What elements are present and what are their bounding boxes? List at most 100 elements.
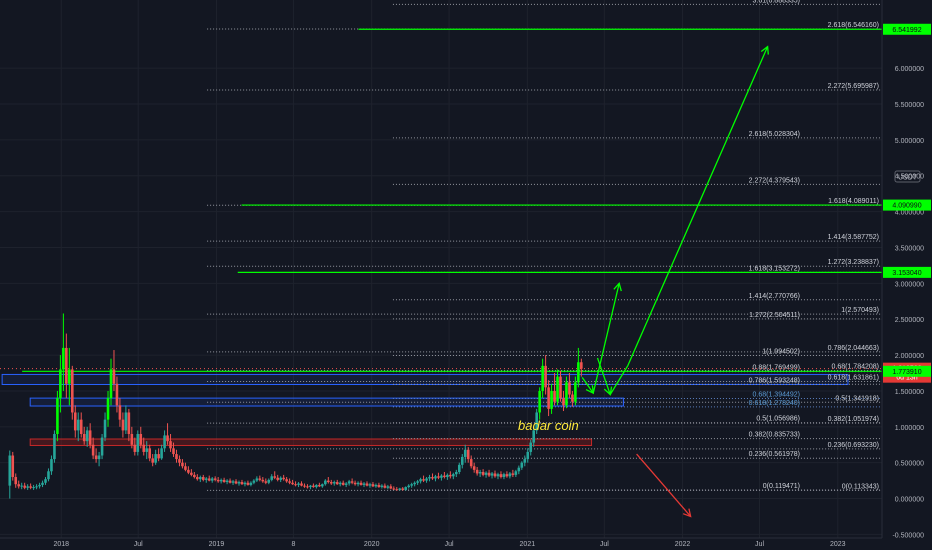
candle-body <box>544 365 547 388</box>
candle-body <box>178 459 181 463</box>
candle-body <box>213 478 217 480</box>
price-chart[interactable]: 3.61(6.888335) 2.618(6.546160) 2.272(5.695… <box>0 0 932 550</box>
candle-body <box>240 482 244 485</box>
candle-body <box>246 482 250 485</box>
candle-body <box>121 419 125 431</box>
fib-level-label: 0(0.119471) <box>763 483 800 490</box>
candle-body <box>431 477 434 479</box>
time-tick-label: 2022 <box>675 541 691 548</box>
candle-body <box>457 464 461 473</box>
candle-body <box>463 449 467 457</box>
candle-body <box>469 459 473 467</box>
candle-body <box>148 448 151 459</box>
fib-level-label: 1.414(2.770766) <box>749 293 800 300</box>
support-zone-red <box>29 438 593 446</box>
candle-body <box>401 488 405 490</box>
fib-level-label: 0.786(2.044663) <box>828 345 879 352</box>
fib-level-label: 0.5(1.341918) <box>835 395 879 402</box>
annotation-text[interactable]: badar coin <box>518 418 579 433</box>
candle-body <box>350 481 354 483</box>
candle-body <box>184 466 187 470</box>
time-tick-label: 2019 <box>209 541 225 548</box>
candle-body <box>359 482 363 485</box>
price-tick-label: 4.000000 <box>895 210 924 217</box>
candle-body <box>574 382 577 402</box>
candle-body <box>374 484 378 487</box>
candle-body <box>490 473 494 476</box>
candle-body <box>112 369 116 384</box>
candle-body <box>425 478 428 481</box>
time-tick-label: Jul <box>600 541 609 548</box>
fib-level-label: 0.5(1.056986) <box>756 416 800 423</box>
currency-label: USDT <box>898 175 918 182</box>
candle-body <box>472 466 476 470</box>
candle-body <box>428 477 431 479</box>
candle-body <box>97 455 101 460</box>
fib-level-label: 1.618(3.153272) <box>749 265 800 272</box>
fib-level-label: 0.382(1.051974) <box>828 416 879 423</box>
fib-level-label: 0.68(1.394492) <box>753 392 800 399</box>
candle-body <box>386 486 390 488</box>
candle-body <box>404 487 408 490</box>
candle-body <box>368 484 372 486</box>
fib-level-label: 0.618(1.631861) <box>828 374 879 381</box>
fib-level-label: 2.618(6.546160) <box>828 22 879 29</box>
candle-body <box>187 469 190 473</box>
time-tick-label: 2021 <box>520 541 536 548</box>
candle-body <box>449 474 452 477</box>
candle-body <box>17 484 21 487</box>
time-axis[interactable] <box>0 538 882 550</box>
candle-body <box>255 478 259 481</box>
candle-body <box>243 482 247 485</box>
candle-body <box>383 485 387 488</box>
candle-body <box>222 479 226 483</box>
candle-body <box>446 474 449 478</box>
candle-body <box>577 362 580 383</box>
candle-body <box>50 459 53 472</box>
time-tick-label: Jul <box>134 541 143 548</box>
candle-body <box>73 412 77 431</box>
price-tick-label: 3.500000 <box>895 245 924 252</box>
candle-body <box>228 480 232 483</box>
fib-level-label: 0.236(0.561978) <box>749 451 800 458</box>
candle-body <box>70 369 74 413</box>
candle-body <box>419 479 422 482</box>
candle-body <box>216 479 220 482</box>
fib-level-label: 1.618(4.089011) <box>828 198 879 205</box>
fib-level-label: 1.414(3.587752) <box>828 234 879 241</box>
candle-body <box>169 441 172 449</box>
fib-level-label: 0.618(1.278240) <box>749 400 800 407</box>
candle-body <box>541 365 544 391</box>
candle-body <box>258 478 262 480</box>
candle-body <box>324 480 327 485</box>
fib-level-label: 1.272(2.504511) <box>749 312 800 319</box>
candle-body <box>413 482 416 485</box>
candle-body <box>460 456 464 465</box>
time-tick-label: 2018 <box>53 541 69 548</box>
candle-body <box>380 485 384 488</box>
candle-body <box>273 476 277 478</box>
candle-body <box>68 369 71 384</box>
candle-body <box>151 458 154 463</box>
candle-body <box>297 483 300 485</box>
candle-body <box>109 369 113 399</box>
candle-body <box>252 480 256 483</box>
candle-body <box>306 486 309 488</box>
candle-body <box>154 454 157 463</box>
candle-body <box>88 430 92 445</box>
candle-body <box>288 481 291 483</box>
candle-body <box>157 454 160 459</box>
candle-body <box>493 473 497 477</box>
price-tick-label: 1.000000 <box>895 425 924 432</box>
candle-body <box>338 482 342 485</box>
candle-body <box>502 474 506 478</box>
candle-body <box>261 479 265 482</box>
fib-level-label: 1(2.570493) <box>841 307 879 314</box>
candle-body <box>23 485 26 488</box>
candle-body <box>318 484 321 487</box>
candle-body <box>44 479 47 483</box>
candle-body <box>565 382 568 406</box>
candle-body <box>559 376 562 399</box>
candle-body <box>193 474 196 478</box>
candle-body <box>130 433 134 445</box>
